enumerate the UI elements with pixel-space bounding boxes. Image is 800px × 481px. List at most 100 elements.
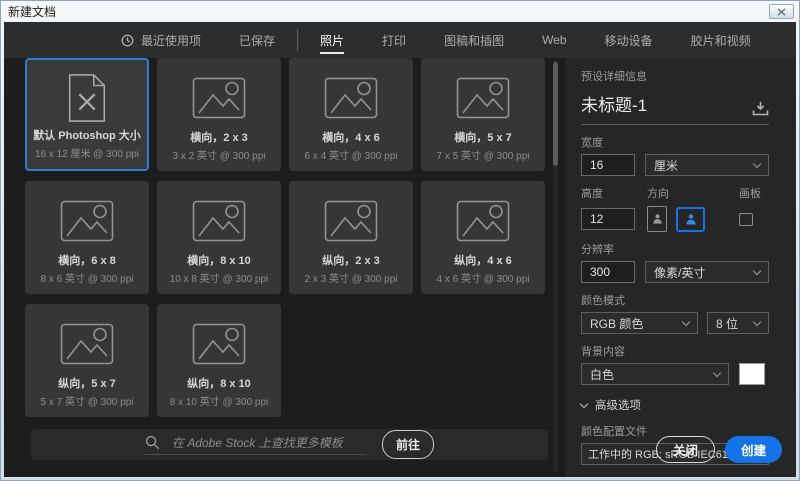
close-button[interactable] [769,4,794,19]
color-mode-row: RGB 颜色 8 位 [581,312,769,334]
grid-scrollbar[interactable] [553,60,558,472]
preset-subtitle: 4 x 6 英寸 @ 300 ppi [436,274,530,285]
adobe-stock-searchbar: 前往 [31,429,548,460]
height-input[interactable] [581,208,635,230]
color-mode-value: RGB 颜色 [590,316,644,331]
preset-title: 横向，2 x 3 [190,131,248,144]
dialog-content: 最近使用项 已保存 照片 打印 图稿和插图 Web 移动设备 胶片和视频 默认 … [4,22,796,477]
preset-title: 横向，6 x 8 [58,254,116,267]
chevron-down-icon [752,266,762,275]
preset-card[interactable]: 横向，2 x 3 3 x 2 英寸 @ 300 ppi [157,58,281,171]
preset-title: 横向，4 x 6 [322,131,380,144]
clock-icon [121,34,134,47]
tab-recent[interactable]: 最近使用项 [102,22,220,58]
preset-subtitle: 8 x 10 英寸 @ 300 ppi [169,397,269,408]
preset-subtitle: 10 x 8 英寸 @ 300 ppi [169,274,269,285]
chevron-down-icon [752,317,762,326]
image-placeholder-icon [60,304,114,376]
height-orientation-labels: 高度 方向 画板 [581,185,769,201]
pixel-aspect-label: 像素长宽比 [581,475,769,477]
preset-title: 横向，8 x 10 [187,254,251,267]
tab-photo[interactable]: 照片 [301,22,363,58]
image-placeholder-icon [456,58,510,130]
background-row: 白色 [581,363,769,385]
close-dialog-button[interactable]: 关闭 [655,436,715,463]
background-select[interactable]: 白色 [581,363,729,385]
image-placeholder-icon [324,181,378,253]
create-button[interactable]: 创建 [724,436,782,463]
height-orientation-row [581,206,769,232]
chevron-down-icon [752,159,762,168]
psd-document-icon [66,60,108,128]
preset-card-default-photoshop[interactable]: 默认 Photoshop 大小 16 x 12 厘米 @ 300 ppi [25,58,149,171]
background-color-swatch[interactable] [739,363,765,385]
preset-card[interactable]: 纵向，2 x 3 2 x 3 英寸 @ 300 ppi [289,181,413,294]
person-icon [685,213,697,226]
preset-card[interactable]: 横向，4 x 6 6 x 4 英寸 @ 300 ppi [289,58,413,171]
tab-mobile[interactable]: 移动设备 [586,22,672,58]
new-document-dialog: 新建文档 最近使用项 已保存 照片 打印 图稿和插图 Web 移动设备 胶片和视… [0,0,800,481]
scrollbar-thumb[interactable] [553,62,558,166]
resolution-unit-select[interactable]: 像素/英寸 [645,261,769,283]
tab-print[interactable]: 打印 [363,22,425,58]
orientation-buttons [647,206,739,232]
background-value: 白色 [590,367,615,382]
tab-label: 最近使用项 [141,33,202,48]
search-field [144,434,366,455]
artboard-checkbox[interactable] [739,212,753,226]
person-icon [652,213,663,225]
preset-subtitle: 16 x 12 厘米 @ 300 ppi [34,149,140,160]
tab-label: 照片 [320,33,345,48]
document-name-row: 未标题-1 [581,84,769,125]
save-preset-button[interactable] [752,101,769,116]
orientation-portrait-button[interactable] [647,206,667,232]
preset-title: 默认 Photoshop 大小 [33,129,141,142]
resolution-row: 像素/英寸 [581,261,769,283]
document-name-input[interactable]: 未标题-1 [581,91,752,116]
preset-title: 纵向，5 x 7 [58,377,116,390]
tab-art-illustration[interactable]: 图稿和插图 [425,22,523,58]
preset-subtitle: 7 x 5 英寸 @ 300 ppi [436,151,530,162]
preset-card[interactable]: 纵向，5 x 7 5 x 7 英寸 @ 300 ppi [25,304,149,417]
color-mode-label: 颜色模式 [581,295,625,307]
orientation-label: 方向 [647,188,669,200]
image-placeholder-icon [60,181,114,253]
advanced-options-toggle[interactable]: 高级选项 [579,397,769,413]
resolution-unit-value: 像素/英寸 [654,265,706,280]
stock-search-input[interactable] [169,434,366,451]
preset-subtitle: 3 x 2 英寸 @ 300 ppi [172,151,266,162]
resolution-label: 分辨率 [581,244,614,256]
titlebar: 新建文档 [1,1,799,22]
preset-subtitle: 6 x 4 英寸 @ 300 ppi [304,151,398,162]
tab-web[interactable]: Web [523,22,585,58]
preset-card[interactable]: 纵向，8 x 10 8 x 10 英寸 @ 300 ppi [157,304,281,417]
resolution-input[interactable] [581,261,635,283]
preset-grid: 默认 Photoshop 大小 16 x 12 厘米 @ 300 ppi 横向，… [25,58,545,417]
color-mode-select[interactable]: RGB 颜色 [581,312,698,334]
tab-saved[interactable]: 已保存 [220,22,294,58]
image-placeholder-icon [324,58,378,130]
go-button[interactable]: 前往 [381,430,434,459]
preset-card[interactable]: 横向，5 x 7 7 x 5 英寸 @ 300 ppi [421,58,545,171]
preset-title: 横向，5 x 7 [454,131,512,144]
width-input[interactable] [581,154,635,176]
preset-subtitle: 8 x 6 英寸 @ 300 ppi [40,274,134,285]
preset-card[interactable]: 纵向，4 x 6 4 x 6 英寸 @ 300 ppi [421,181,545,294]
preset-card[interactable]: 横向，8 x 10 10 x 8 英寸 @ 300 ppi [157,181,281,294]
tab-label: 已保存 [239,33,276,48]
save-preset-icon [752,101,769,116]
tab-divider [297,29,299,51]
orientation-landscape-button[interactable] [676,206,705,232]
unit-select[interactable]: 厘米 [645,154,769,176]
tab-label: 胶片和视频 [690,33,751,48]
tab-film-video[interactable]: 胶片和视频 [672,22,770,58]
bit-depth-select[interactable]: 8 位 [707,312,769,334]
preset-title: 纵向，4 x 6 [454,254,512,267]
image-placeholder-icon [192,58,246,130]
preset-card[interactable]: 横向，6 x 8 8 x 6 英寸 @ 300 ppi [25,181,149,294]
advanced-options-label: 高级选项 [595,400,641,412]
height-label: 高度 [581,188,603,200]
background-label: 背景内容 [581,346,625,358]
tab-label: 图稿和插图 [444,33,505,48]
category-tabbar: 最近使用项 已保存 照片 打印 图稿和插图 Web 移动设备 胶片和视频 [4,22,796,58]
